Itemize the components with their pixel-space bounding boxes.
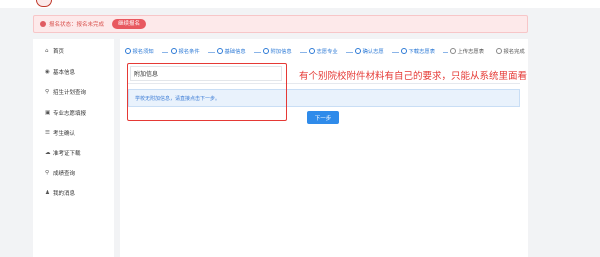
step-connector: [443, 52, 448, 53]
step-check-icon: [263, 48, 269, 54]
sidebar-item-enrollment-plan[interactable]: ⚲ 招生计划查询: [45, 88, 86, 96]
annotation-note: 有个别院校附件材料有自己的要求，只能从系统里面看: [299, 71, 528, 82]
step-check-icon: [217, 48, 223, 54]
alert-icon: [40, 21, 46, 27]
step-confirm-preference[interactable]: 确认志愿: [355, 47, 384, 55]
step-connector: [162, 52, 168, 53]
download-icon: ☁: [45, 150, 51, 156]
sidebar-item-basic-info[interactable]: ◉ 基本信息: [45, 68, 75, 76]
step-check-icon: [171, 48, 177, 54]
step-additional-info[interactable]: 附加信息: [263, 47, 292, 55]
search-icon: ⚲: [45, 89, 50, 95]
registration-steps: 报名须知 报名条件 基础信息 附加信息 志愿专业 确认志愿 下载志愿表 上传志愿…: [125, 47, 525, 59]
step-pending-icon: [496, 48, 502, 54]
sidebar-item-admission-ticket[interactable]: ☁ 准考证下载: [45, 149, 81, 157]
annotation-highlight-box: [127, 63, 287, 121]
step-check-icon: [309, 48, 315, 54]
school-logo: [36, 0, 52, 7]
sidebar-item-score-query[interactable]: ⚲ 成绩查询: [45, 169, 75, 177]
step-check-icon: [125, 48, 131, 54]
sidebar-item-label: 我的消息: [53, 191, 76, 197]
top-header-strip: [0, 0, 600, 8]
step-major-preference[interactable]: 志愿专业: [309, 47, 338, 55]
sidebar-item-candidate-confirm[interactable]: ☰ 考生确认: [45, 129, 75, 137]
step-connector: [300, 52, 307, 53]
search-icon: ⚲: [45, 170, 50, 176]
user-icon: ◉: [45, 69, 50, 75]
sidebar-item-label: 招生计划查询: [53, 90, 87, 96]
message-icon: ♟: [45, 190, 50, 196]
step-registration-complete[interactable]: 报名完成: [496, 47, 525, 55]
check-icon: ☰: [45, 130, 50, 136]
form-icon: ▣: [45, 110, 51, 116]
sidebar-item-label: 准考证下载: [53, 151, 81, 157]
home-icon: ⌂: [45, 48, 49, 54]
step-connector: [208, 52, 215, 53]
sidebar-item-home[interactable]: ⌂ 首页: [45, 47, 64, 55]
step-basic-info[interactable]: 基础信息: [217, 47, 246, 55]
step-connector: [254, 52, 261, 53]
status-text: 报名状态：报名未完成: [49, 22, 105, 28]
step-connector: [346, 52, 353, 53]
registration-status-bar: 报名状态：报名未完成 继续报名: [33, 15, 528, 33]
next-step-button[interactable]: 下一步: [307, 111, 339, 124]
step-check-icon: [355, 48, 361, 54]
sidebar-item-label: 首页: [53, 49, 65, 55]
step-upload-form[interactable]: 上传志愿表: [450, 47, 484, 55]
step-download-form[interactable]: 下载志愿表: [401, 47, 435, 55]
sidebar: ⌂ 首页 ◉ 基本信息 ⚲ 招生计划查询 ▣ 专业志愿填报 ☰ 考生确认 ☁ 准…: [33, 39, 114, 257]
sidebar-item-label: 成绩查询: [53, 171, 76, 177]
sidebar-item-label: 基本信息: [53, 70, 76, 76]
step-connector: [392, 52, 399, 53]
sidebar-item-label: 考生确认: [53, 131, 76, 137]
continue-registration-button[interactable]: 继续报名: [112, 19, 147, 29]
step-registration-conditions[interactable]: 报名条件: [171, 47, 200, 55]
sidebar-item-major-preference[interactable]: ▣ 专业志愿填报: [45, 109, 86, 117]
sidebar-item-messages[interactable]: ♟ 我的消息: [45, 189, 75, 197]
step-check-icon: [401, 48, 407, 54]
step-registration-notice[interactable]: 报名须知: [125, 47, 154, 55]
sidebar-item-label: 专业志愿填报: [53, 111, 87, 117]
step-pending-icon: [450, 48, 456, 54]
